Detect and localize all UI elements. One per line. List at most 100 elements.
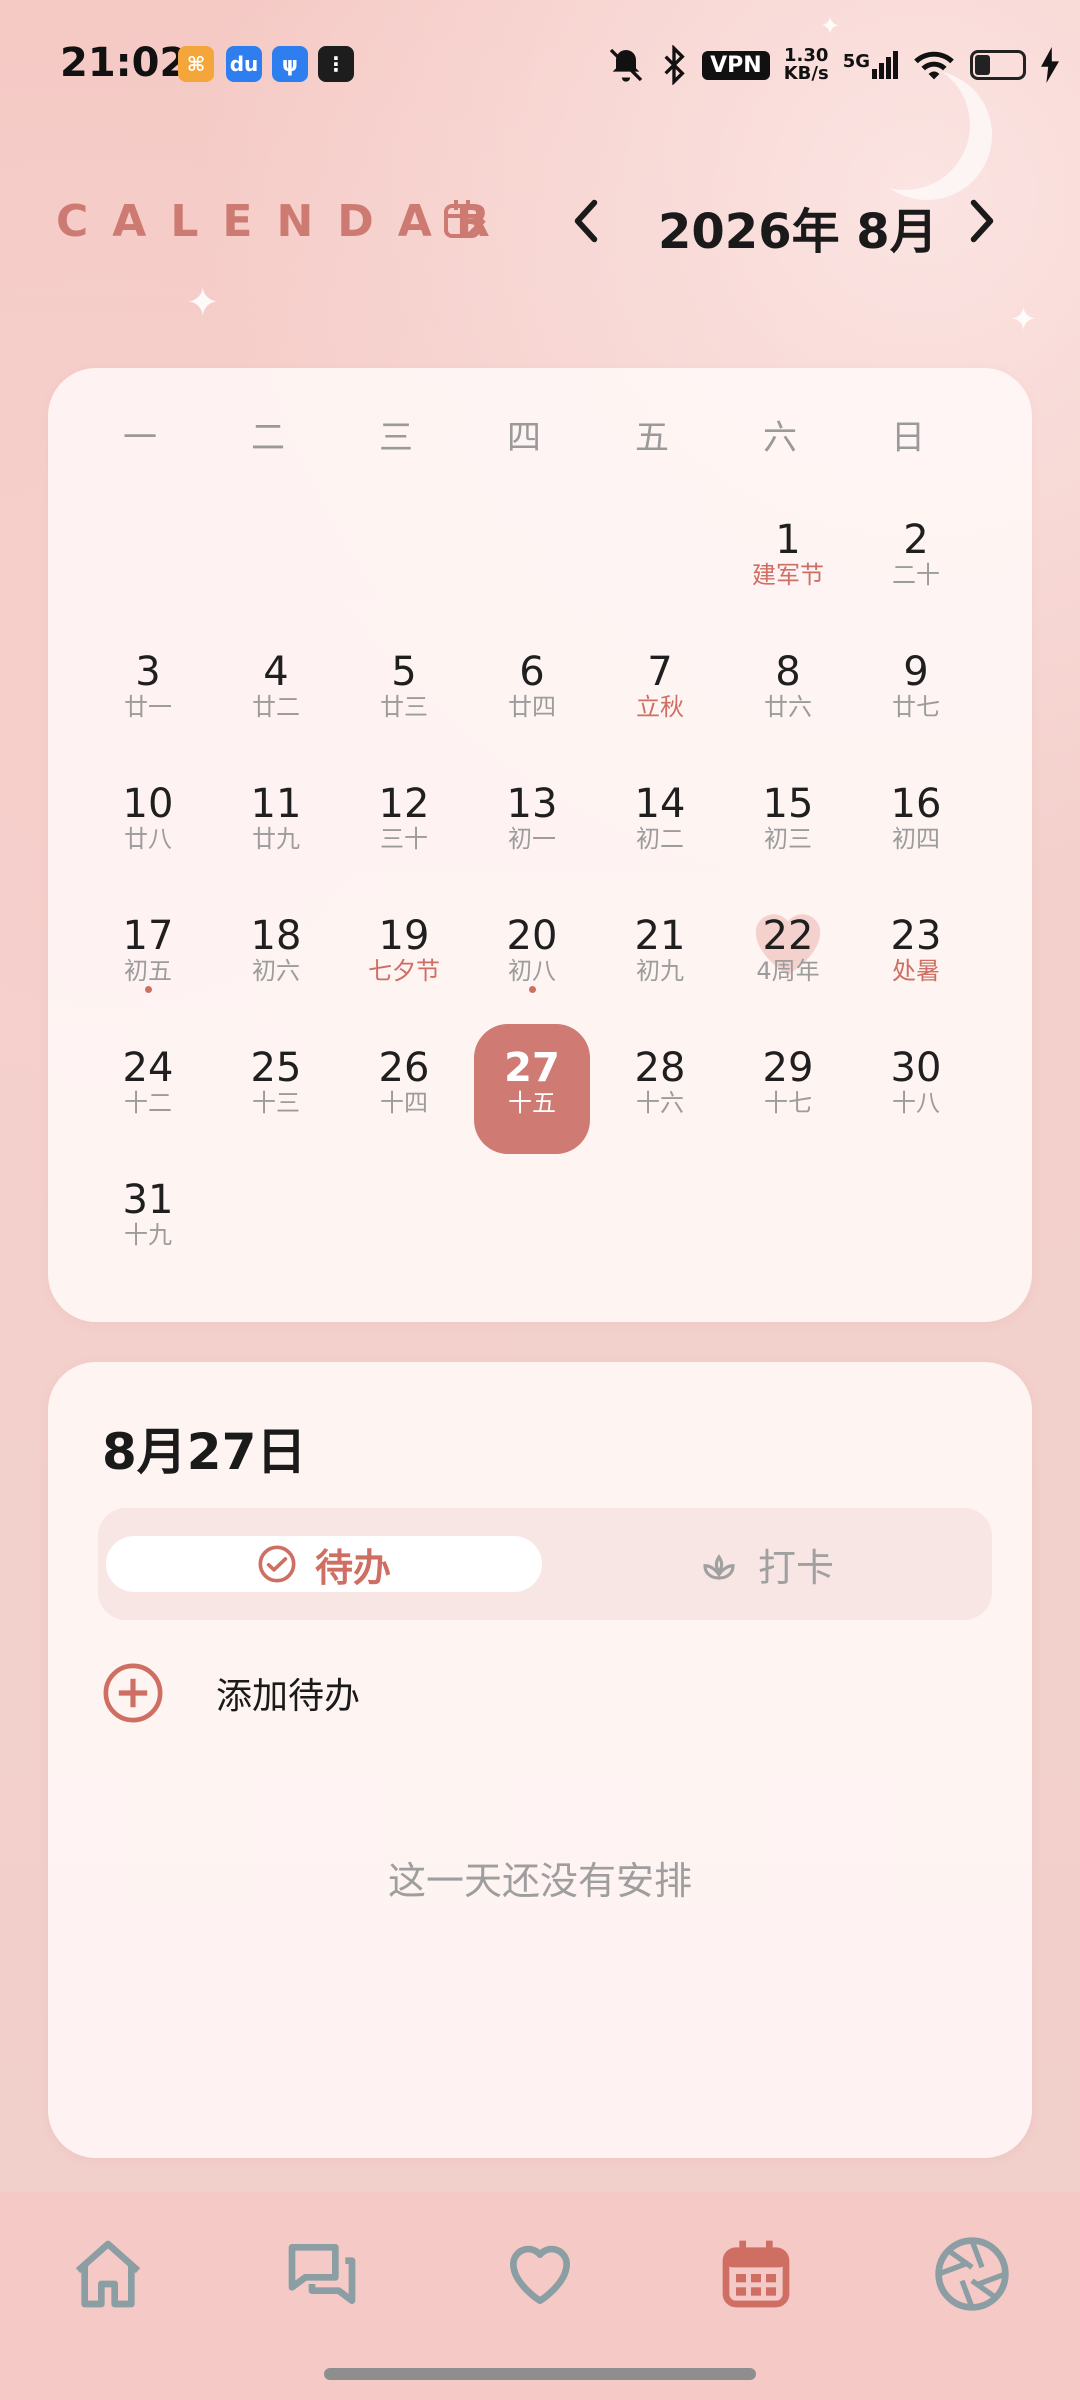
usb-icon: ψ bbox=[272, 46, 308, 82]
day-number: 4 bbox=[263, 649, 289, 695]
day-lunar-label: 廿八 bbox=[124, 825, 172, 853]
day-lunar-label: 七夕节 bbox=[368, 957, 440, 985]
todo-card: 8月27日 待办 打卡 添加待办 这一天还没有安排 bbox=[48, 1362, 1032, 2158]
day-lunar-label: 初三 bbox=[764, 825, 812, 853]
day-cell[interactable]: 22 4周年 bbox=[730, 892, 846, 1022]
day-number: 25 bbox=[250, 1045, 302, 1091]
tab-todo[interactable]: 待办 bbox=[106, 1536, 542, 1592]
tab-checkin[interactable]: 打卡 bbox=[548, 1536, 984, 1592]
day-cell[interactable]: 24 十二 bbox=[90, 1024, 206, 1154]
day-cell[interactable]: 25 十三 bbox=[218, 1024, 334, 1154]
calendar-edit-icon[interactable] bbox=[440, 196, 488, 244]
day-number: 30 bbox=[890, 1045, 942, 1091]
day-number: 21 bbox=[634, 913, 686, 959]
add-todo-label: 添加待办 bbox=[216, 1676, 361, 1717]
day-number: 15 bbox=[762, 781, 814, 827]
day-number: 3 bbox=[135, 649, 161, 695]
day-cell-selected[interactable]: 27 十五 bbox=[474, 1024, 590, 1154]
add-todo-button[interactable]: 添加待办 bbox=[102, 1662, 360, 1724]
day-cell[interactable]: 1 建军节 bbox=[730, 496, 846, 626]
day-cell[interactable]: 21 初九 bbox=[602, 892, 718, 1022]
day-number: 26 bbox=[378, 1045, 430, 1091]
day-cell[interactable]: 15 初三 bbox=[730, 760, 846, 890]
day-cell[interactable]: 19 七夕节 bbox=[346, 892, 462, 1022]
day-number: 2 bbox=[903, 517, 929, 563]
day-cell[interactable]: 18 初六 bbox=[218, 892, 334, 1022]
heart-icon[interactable] bbox=[500, 2234, 580, 2314]
day-number: 19 bbox=[378, 913, 430, 959]
day-number: 29 bbox=[762, 1045, 814, 1091]
day-cell[interactable]: 5 廿三 bbox=[346, 628, 462, 758]
day-lunar-label: 十八 bbox=[892, 1089, 940, 1117]
day-cell[interactable]: 6 廿四 bbox=[474, 628, 590, 758]
network-type: 5G bbox=[842, 51, 870, 72]
day-cell[interactable]: 13 初一 bbox=[474, 760, 590, 890]
day-lunar-label: 廿六 bbox=[764, 693, 812, 721]
day-cell[interactable]: 14 初二 bbox=[602, 760, 718, 890]
day-lunar-label: 二十 bbox=[892, 561, 940, 589]
home-icon[interactable] bbox=[68, 2234, 148, 2314]
day-lunar-label: 廿一 bbox=[124, 693, 172, 721]
day-cell[interactable]: 3 廿一 bbox=[90, 628, 206, 758]
status-time: 21:02 bbox=[60, 40, 188, 86]
day-cell[interactable]: 30 十八 bbox=[858, 1024, 974, 1154]
day-cell[interactable]: 9 廿七 bbox=[858, 628, 974, 758]
signal-icon: 5G bbox=[843, 51, 898, 79]
day-number: 22 bbox=[762, 913, 814, 959]
day-cell[interactable]: 23 处暑 bbox=[858, 892, 974, 1022]
sparkle-decoration: ✦ bbox=[186, 280, 220, 326]
day-cell[interactable]: 8 廿六 bbox=[730, 628, 846, 758]
day-lunar-label: 初五 bbox=[124, 957, 172, 985]
day-cell[interactable]: 16 初四 bbox=[858, 760, 974, 890]
day-number: 10 bbox=[122, 781, 174, 827]
day-cell[interactable]: 20 初八 bbox=[474, 892, 590, 1022]
month-label[interactable]: 2026年 8月 bbox=[658, 192, 938, 262]
prev-month-button[interactable] bbox=[566, 196, 606, 246]
day-number: 5 bbox=[391, 649, 417, 695]
day-cell[interactable]: 10 廿八 bbox=[90, 760, 206, 890]
day-cell[interactable]: 4 廿二 bbox=[218, 628, 334, 758]
day-number: 17 bbox=[122, 913, 174, 959]
add-circle-icon bbox=[103, 1663, 163, 1723]
day-lunar-label: 处暑 bbox=[892, 957, 940, 985]
day-lunar-label: 廿二 bbox=[252, 693, 300, 721]
day-lunar-label: 廿四 bbox=[508, 693, 556, 721]
status-bar: 21:02 ⌘ du ψ ⋮ VPN 1.30 KB/s 5G bbox=[0, 0, 1080, 130]
day-lunar-label: 初四 bbox=[892, 825, 940, 853]
weekday-label: 一 bbox=[123, 418, 157, 458]
day-lunar-label: 三十 bbox=[380, 825, 428, 853]
day-cell[interactable]: 28 十六 bbox=[602, 1024, 718, 1154]
tab-todo-label: 待办 bbox=[314, 1545, 391, 1590]
grid-app-icon: ⋮ bbox=[318, 46, 354, 82]
todo-segment-control: 待办 打卡 bbox=[98, 1508, 992, 1620]
charging-icon bbox=[1041, 47, 1059, 83]
day-lunar-label: 4周年 bbox=[756, 957, 820, 985]
calendar-icon[interactable] bbox=[716, 2234, 796, 2314]
day-cell[interactable]: 26 十四 bbox=[346, 1024, 462, 1154]
sprout-icon bbox=[703, 1554, 735, 1580]
home-indicator[interactable] bbox=[324, 2368, 756, 2380]
event-dot bbox=[144, 986, 152, 993]
day-number: 13 bbox=[506, 781, 558, 827]
day-lunar-label: 初八 bbox=[508, 957, 556, 985]
day-lunar-label: 初六 bbox=[252, 957, 300, 985]
weekday-label: 日 bbox=[891, 418, 925, 458]
day-cell[interactable]: 29 十七 bbox=[730, 1024, 846, 1154]
day-number: 28 bbox=[634, 1045, 686, 1091]
vpn-badge: VPN bbox=[702, 50, 770, 80]
day-lunar-label: 十七 bbox=[764, 1089, 812, 1117]
day-cell[interactable]: 12 三十 bbox=[346, 760, 462, 890]
day-cell[interactable]: 11 廿九 bbox=[218, 760, 334, 890]
day-cell[interactable]: 7 立秋 bbox=[602, 628, 718, 758]
baidu-icon: du bbox=[226, 46, 262, 82]
day-cell[interactable]: 17 初五 bbox=[90, 892, 206, 1022]
day-number: 12 bbox=[378, 781, 430, 827]
chat-icon[interactable] bbox=[282, 2234, 362, 2314]
next-month-button[interactable] bbox=[962, 196, 1002, 246]
camera-aperture-icon[interactable] bbox=[932, 2234, 1012, 2314]
day-number: 31 bbox=[122, 1177, 174, 1223]
weekday-label: 五 bbox=[635, 418, 669, 458]
day-cell[interactable]: 31 十九 bbox=[90, 1156, 206, 1286]
day-cell[interactable]: 2 二十 bbox=[858, 496, 974, 626]
day-number: 6 bbox=[519, 649, 545, 695]
